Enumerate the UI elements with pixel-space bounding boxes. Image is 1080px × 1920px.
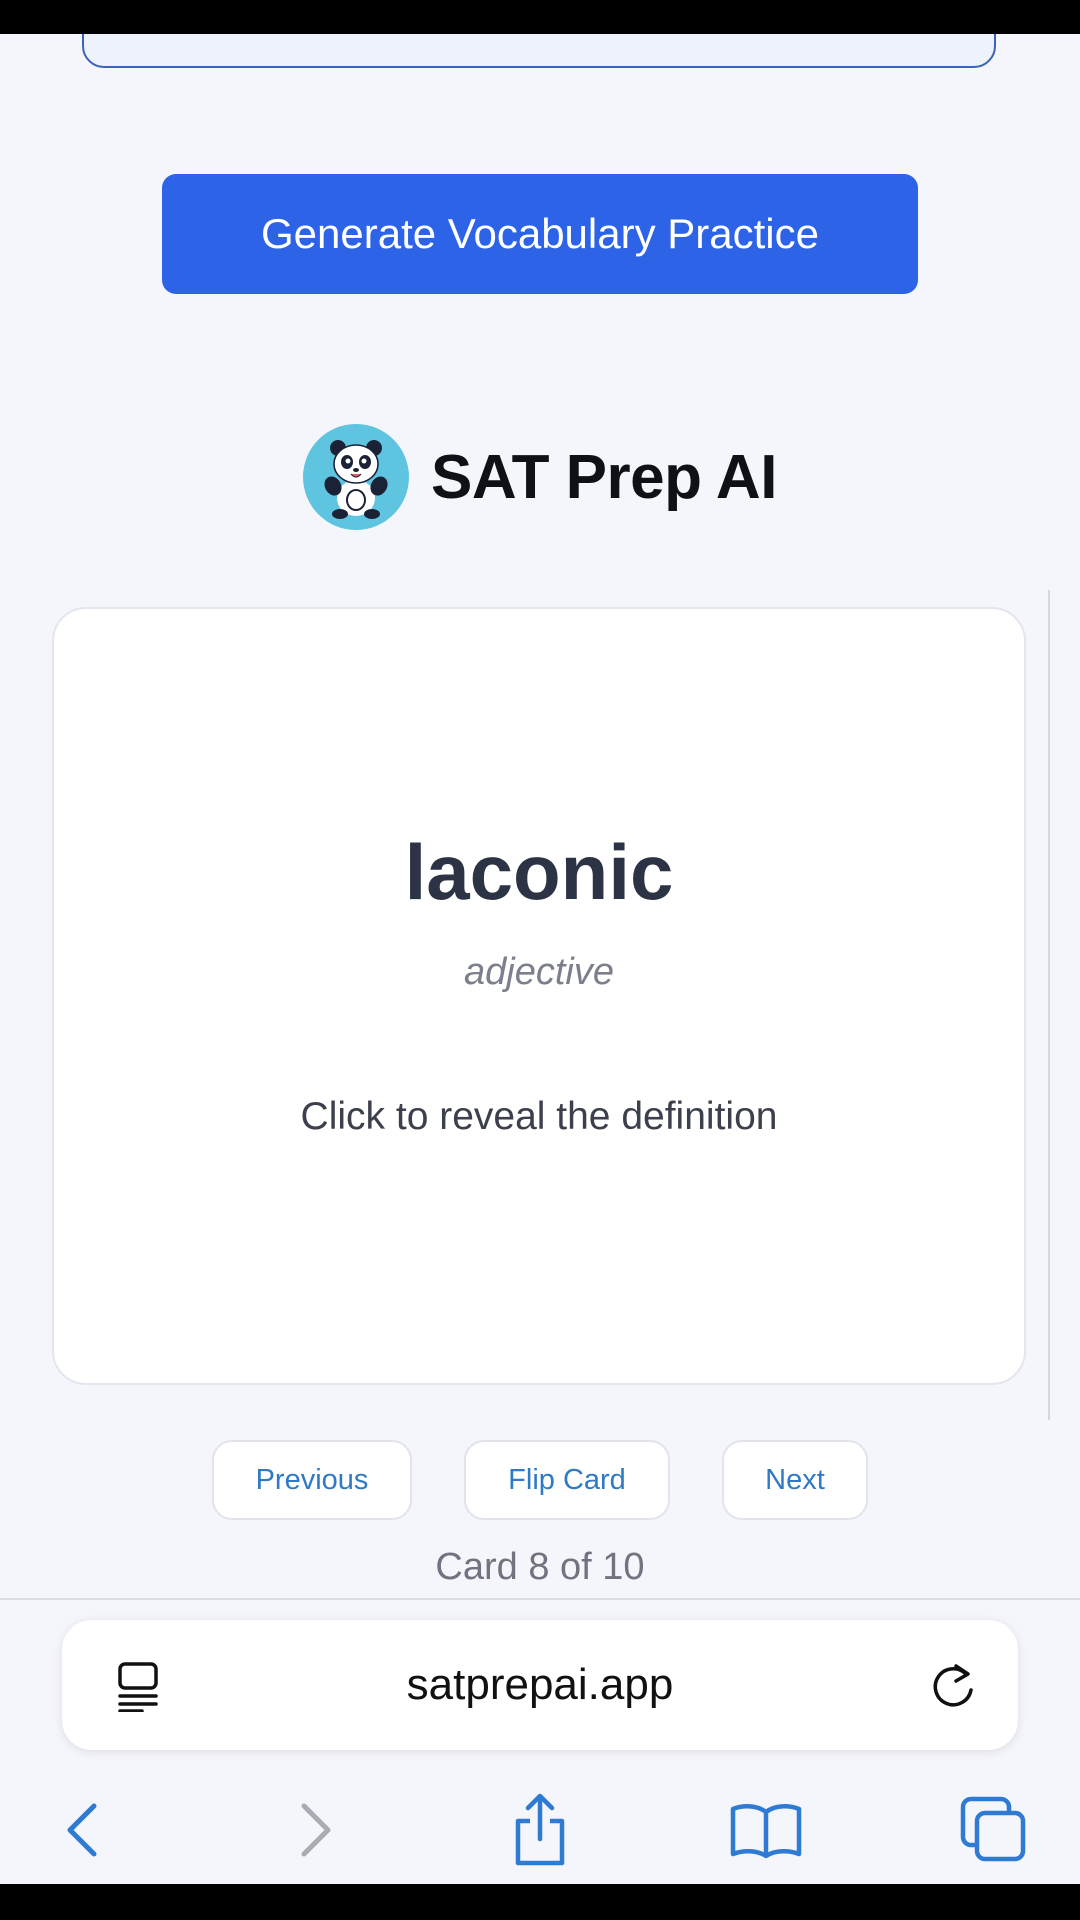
home-indicator-area [0,1884,1080,1920]
url-text: satprepai.app [406,1660,674,1709]
browser-viewport: Generate Vocabulary Practice SAT Prep AI… [0,34,1080,1884]
flashcard-hint: Click to reveal the definition [300,1095,778,1138]
bookmarks-icon[interactable] [726,1790,806,1870]
flashcard-part-of-speech: adjective [464,951,614,993]
scrollbar[interactable] [1048,590,1050,1420]
panda-logo-icon [303,424,410,530]
next-button[interactable]: Next [722,1440,868,1520]
status-bar [0,0,1080,34]
text-input-remnant[interactable] [82,34,996,68]
share-icon[interactable] [500,1790,580,1870]
forward-icon[interactable] [276,1790,356,1870]
flashcard[interactable]: laconic adjective Click to reveal the de… [52,607,1026,1385]
brand-header: SAT Prep AI [0,422,1080,532]
back-icon[interactable] [42,1790,122,1870]
tabs-icon[interactable] [954,1790,1034,1870]
card-counter: Card 8 of 10 [435,1546,645,1588]
reload-icon[interactable] [928,1660,978,1712]
address-bar[interactable]: satprepai.app [62,1620,1018,1750]
flip-card-button[interactable]: Flip Card [464,1440,670,1520]
browser-toolbar: satprepai.app [0,1598,1080,1884]
previous-button[interactable]: Previous [212,1440,412,1520]
brand-title: SAT Prep AI [431,442,777,512]
generate-vocabulary-button[interactable]: Generate Vocabulary Practice [162,174,918,294]
flashcard-word: laconic [404,828,674,916]
